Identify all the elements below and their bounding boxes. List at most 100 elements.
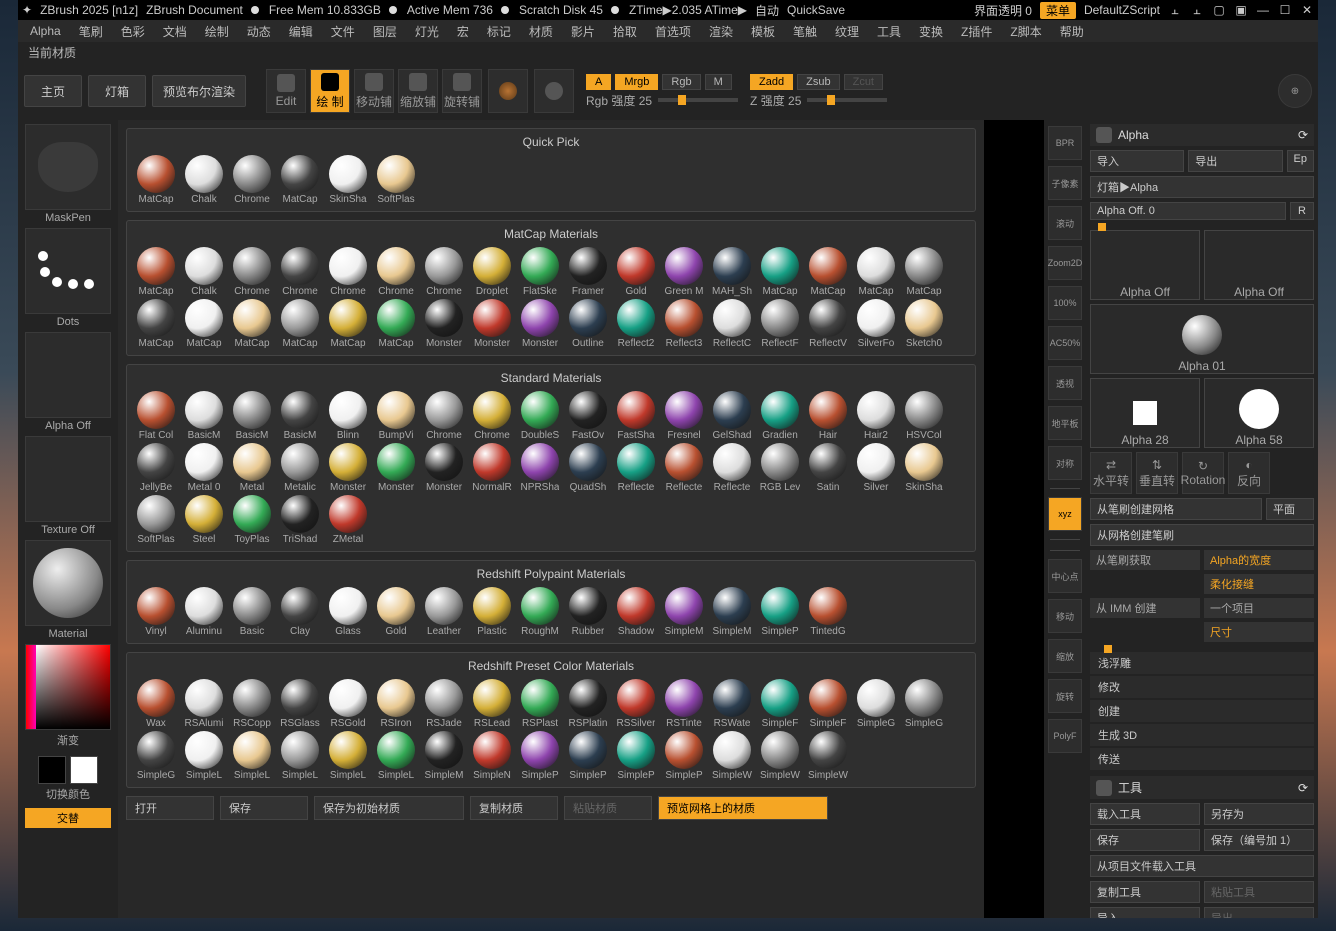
material-Gradien[interactable]: Gradien bbox=[757, 391, 803, 441]
material-RSIron[interactable]: RSIron bbox=[373, 679, 419, 729]
material-SimpleN[interactable]: SimpleN bbox=[469, 731, 515, 781]
save-tool-button[interactable]: 保存 bbox=[1090, 829, 1200, 851]
material-Chrome[interactable]: Chrome bbox=[421, 247, 467, 297]
material-Droplet[interactable]: Droplet bbox=[469, 247, 515, 297]
rtool-缩放[interactable]: 缩放 bbox=[1048, 639, 1082, 673]
material-SimpleL[interactable]: SimpleL bbox=[373, 731, 419, 781]
material-Shadow[interactable]: Shadow bbox=[613, 587, 659, 637]
rtool-PolyF[interactable]: PolyF bbox=[1048, 719, 1082, 753]
tool-panel-header[interactable]: 工具⟳ bbox=[1090, 776, 1314, 799]
z-intensity-label[interactable]: Z 强度 25 bbox=[750, 92, 801, 109]
m-chip[interactable]: M bbox=[705, 74, 732, 90]
alpha-thumb-off[interactable]: Alpha Off bbox=[1090, 230, 1200, 300]
alpha-section-创建[interactable]: 创建 bbox=[1090, 700, 1314, 722]
rtool-地平板[interactable]: 地平板 bbox=[1048, 406, 1082, 440]
material-Rubber[interactable]: Rubber bbox=[565, 587, 611, 637]
color-picker[interactable] bbox=[25, 644, 111, 730]
alpha-panel-header[interactable]: Alpha⟳ bbox=[1090, 124, 1314, 146]
material-JellyBe[interactable]: JellyBe bbox=[133, 443, 179, 493]
material-MatCap[interactable]: MatCap bbox=[373, 299, 419, 349]
material-Reflecte[interactable]: Reflecte bbox=[613, 443, 659, 493]
dock-icon[interactable]: ⫠ bbox=[1168, 3, 1182, 17]
material-Leather[interactable]: Leather bbox=[421, 587, 467, 637]
rtool-子像素[interactable]: 子像素 bbox=[1048, 166, 1082, 200]
rgb-intensity-slider[interactable] bbox=[658, 98, 738, 102]
from-brush-button[interactable]: 从笔刷获取 bbox=[1090, 550, 1200, 570]
material-Satin[interactable]: Satin bbox=[805, 443, 851, 493]
open-button[interactable]: 打开 bbox=[126, 796, 214, 820]
material-Chalk[interactable]: Chalk bbox=[181, 155, 227, 205]
material-ReflectC[interactable]: ReflectC bbox=[709, 299, 755, 349]
menu-绘制[interactable]: 绘制 bbox=[199, 21, 235, 42]
material-Green M[interactable]: Green M bbox=[661, 247, 707, 297]
plane-button[interactable]: 平面 bbox=[1266, 498, 1314, 520]
material-Chalk[interactable]: Chalk bbox=[181, 247, 227, 297]
menu-渲染[interactable]: 渲染 bbox=[703, 21, 739, 42]
rtool-中心点[interactable]: 中心点 bbox=[1048, 559, 1082, 593]
alpha-section-传送[interactable]: 传送 bbox=[1090, 748, 1314, 770]
material-SimpleM[interactable]: SimpleM bbox=[421, 731, 467, 781]
material-Wax[interactable]: Wax bbox=[133, 679, 179, 729]
stroke-slot[interactable] bbox=[25, 228, 111, 314]
material-SimpleL[interactable]: SimpleL bbox=[325, 731, 371, 781]
material-Monster[interactable]: Monster bbox=[421, 299, 467, 349]
mesh-from-brush-button[interactable]: 从笔刷创建网格 bbox=[1090, 498, 1262, 520]
material-SimpleL[interactable]: SimpleL bbox=[229, 731, 275, 781]
material-Vinyl[interactable]: Vinyl bbox=[133, 587, 179, 637]
material-Glass[interactable]: Glass bbox=[325, 587, 371, 637]
material-FlatSke[interactable]: FlatSke bbox=[517, 247, 563, 297]
menu-材质[interactable]: 材质 bbox=[523, 21, 559, 42]
material-Aluminu[interactable]: Aluminu bbox=[181, 587, 227, 637]
import-tool-button[interactable]: 导入 bbox=[1090, 907, 1200, 918]
from-imm-button[interactable]: 从 IMM 创建 bbox=[1090, 598, 1200, 618]
material-NPRSha[interactable]: NPRSha bbox=[517, 443, 563, 493]
material-MatCap[interactable]: MatCap bbox=[901, 247, 947, 297]
material-Silver[interactable]: Silver bbox=[853, 443, 899, 493]
material-MatCap[interactable]: MatCap bbox=[757, 247, 803, 297]
material-MatCap[interactable]: MatCap bbox=[805, 247, 851, 297]
material-RSSilver[interactable]: RSSilver bbox=[613, 679, 659, 729]
menu-动态[interactable]: 动态 bbox=[241, 21, 277, 42]
menu-标记[interactable]: 标记 bbox=[481, 21, 517, 42]
material-MatCap[interactable]: MatCap bbox=[133, 299, 179, 349]
color-swatch-main[interactable] bbox=[38, 756, 66, 784]
fliph-button[interactable]: ⇄水平转 bbox=[1090, 452, 1132, 494]
material-Reflect2[interactable]: Reflect2 bbox=[613, 299, 659, 349]
close-icon[interactable]: ✕ bbox=[1300, 3, 1314, 17]
material-Metal[interactable]: Metal bbox=[229, 443, 275, 493]
ui-transparency[interactable]: 界面透明 0 bbox=[974, 2, 1032, 19]
export-tool-button[interactable]: 导出 bbox=[1204, 907, 1314, 918]
material-BasicM[interactable]: BasicM bbox=[229, 391, 275, 441]
material-RSGold[interactable]: RSGold bbox=[325, 679, 371, 729]
material-slot[interactable] bbox=[25, 540, 111, 626]
menu-帮助[interactable]: 帮助 bbox=[1054, 21, 1090, 42]
material-FastSha[interactable]: FastSha bbox=[613, 391, 659, 441]
menu-文件[interactable]: 文件 bbox=[325, 21, 361, 42]
alpha-thumb-01[interactable]: Alpha 01 bbox=[1090, 304, 1314, 374]
alpha-section-修改[interactable]: 修改 bbox=[1090, 676, 1314, 698]
one-item-button[interactable]: 一个项目 bbox=[1204, 598, 1314, 618]
material-Flat Col[interactable]: Flat Col bbox=[133, 391, 179, 441]
minimize-icon[interactable]: — bbox=[1256, 3, 1270, 17]
material-BasicM[interactable]: BasicM bbox=[277, 391, 323, 441]
brush-slot[interactable] bbox=[25, 124, 111, 210]
menu-灯光[interactable]: 灯光 bbox=[409, 21, 445, 42]
swap-colors-label[interactable]: 切换颜色 bbox=[46, 786, 90, 802]
material-RSCopp[interactable]: RSCopp bbox=[229, 679, 275, 729]
material-MatCap[interactable]: MatCap bbox=[277, 155, 323, 205]
alpha-lightbox-button[interactable]: 灯箱▶Alpha bbox=[1090, 176, 1314, 198]
menu-色彩[interactable]: 色彩 bbox=[115, 21, 151, 42]
rtool-BPR[interactable]: BPR bbox=[1048, 126, 1082, 160]
zadd-chip[interactable]: Zadd bbox=[750, 74, 793, 90]
size-slider[interactable]: 尺寸 bbox=[1204, 622, 1314, 642]
color-swatch-secondary[interactable] bbox=[70, 756, 98, 784]
material-SimpleF[interactable]: SimpleF bbox=[805, 679, 851, 729]
material-RoughM[interactable]: RoughM bbox=[517, 587, 563, 637]
save-inc-button[interactable]: 保存（编号加 1） bbox=[1204, 829, 1314, 851]
material-SimpleW[interactable]: SimpleW bbox=[757, 731, 803, 781]
material-Monster[interactable]: Monster bbox=[325, 443, 371, 493]
live-boolean-button[interactable]: 预览布尔渲染 bbox=[152, 75, 246, 107]
material-Steel[interactable]: Steel bbox=[181, 495, 227, 545]
material-SimpleP[interactable]: SimpleP bbox=[613, 731, 659, 781]
mode-旋转铺[interactable]: 旋转铺 bbox=[442, 69, 482, 113]
